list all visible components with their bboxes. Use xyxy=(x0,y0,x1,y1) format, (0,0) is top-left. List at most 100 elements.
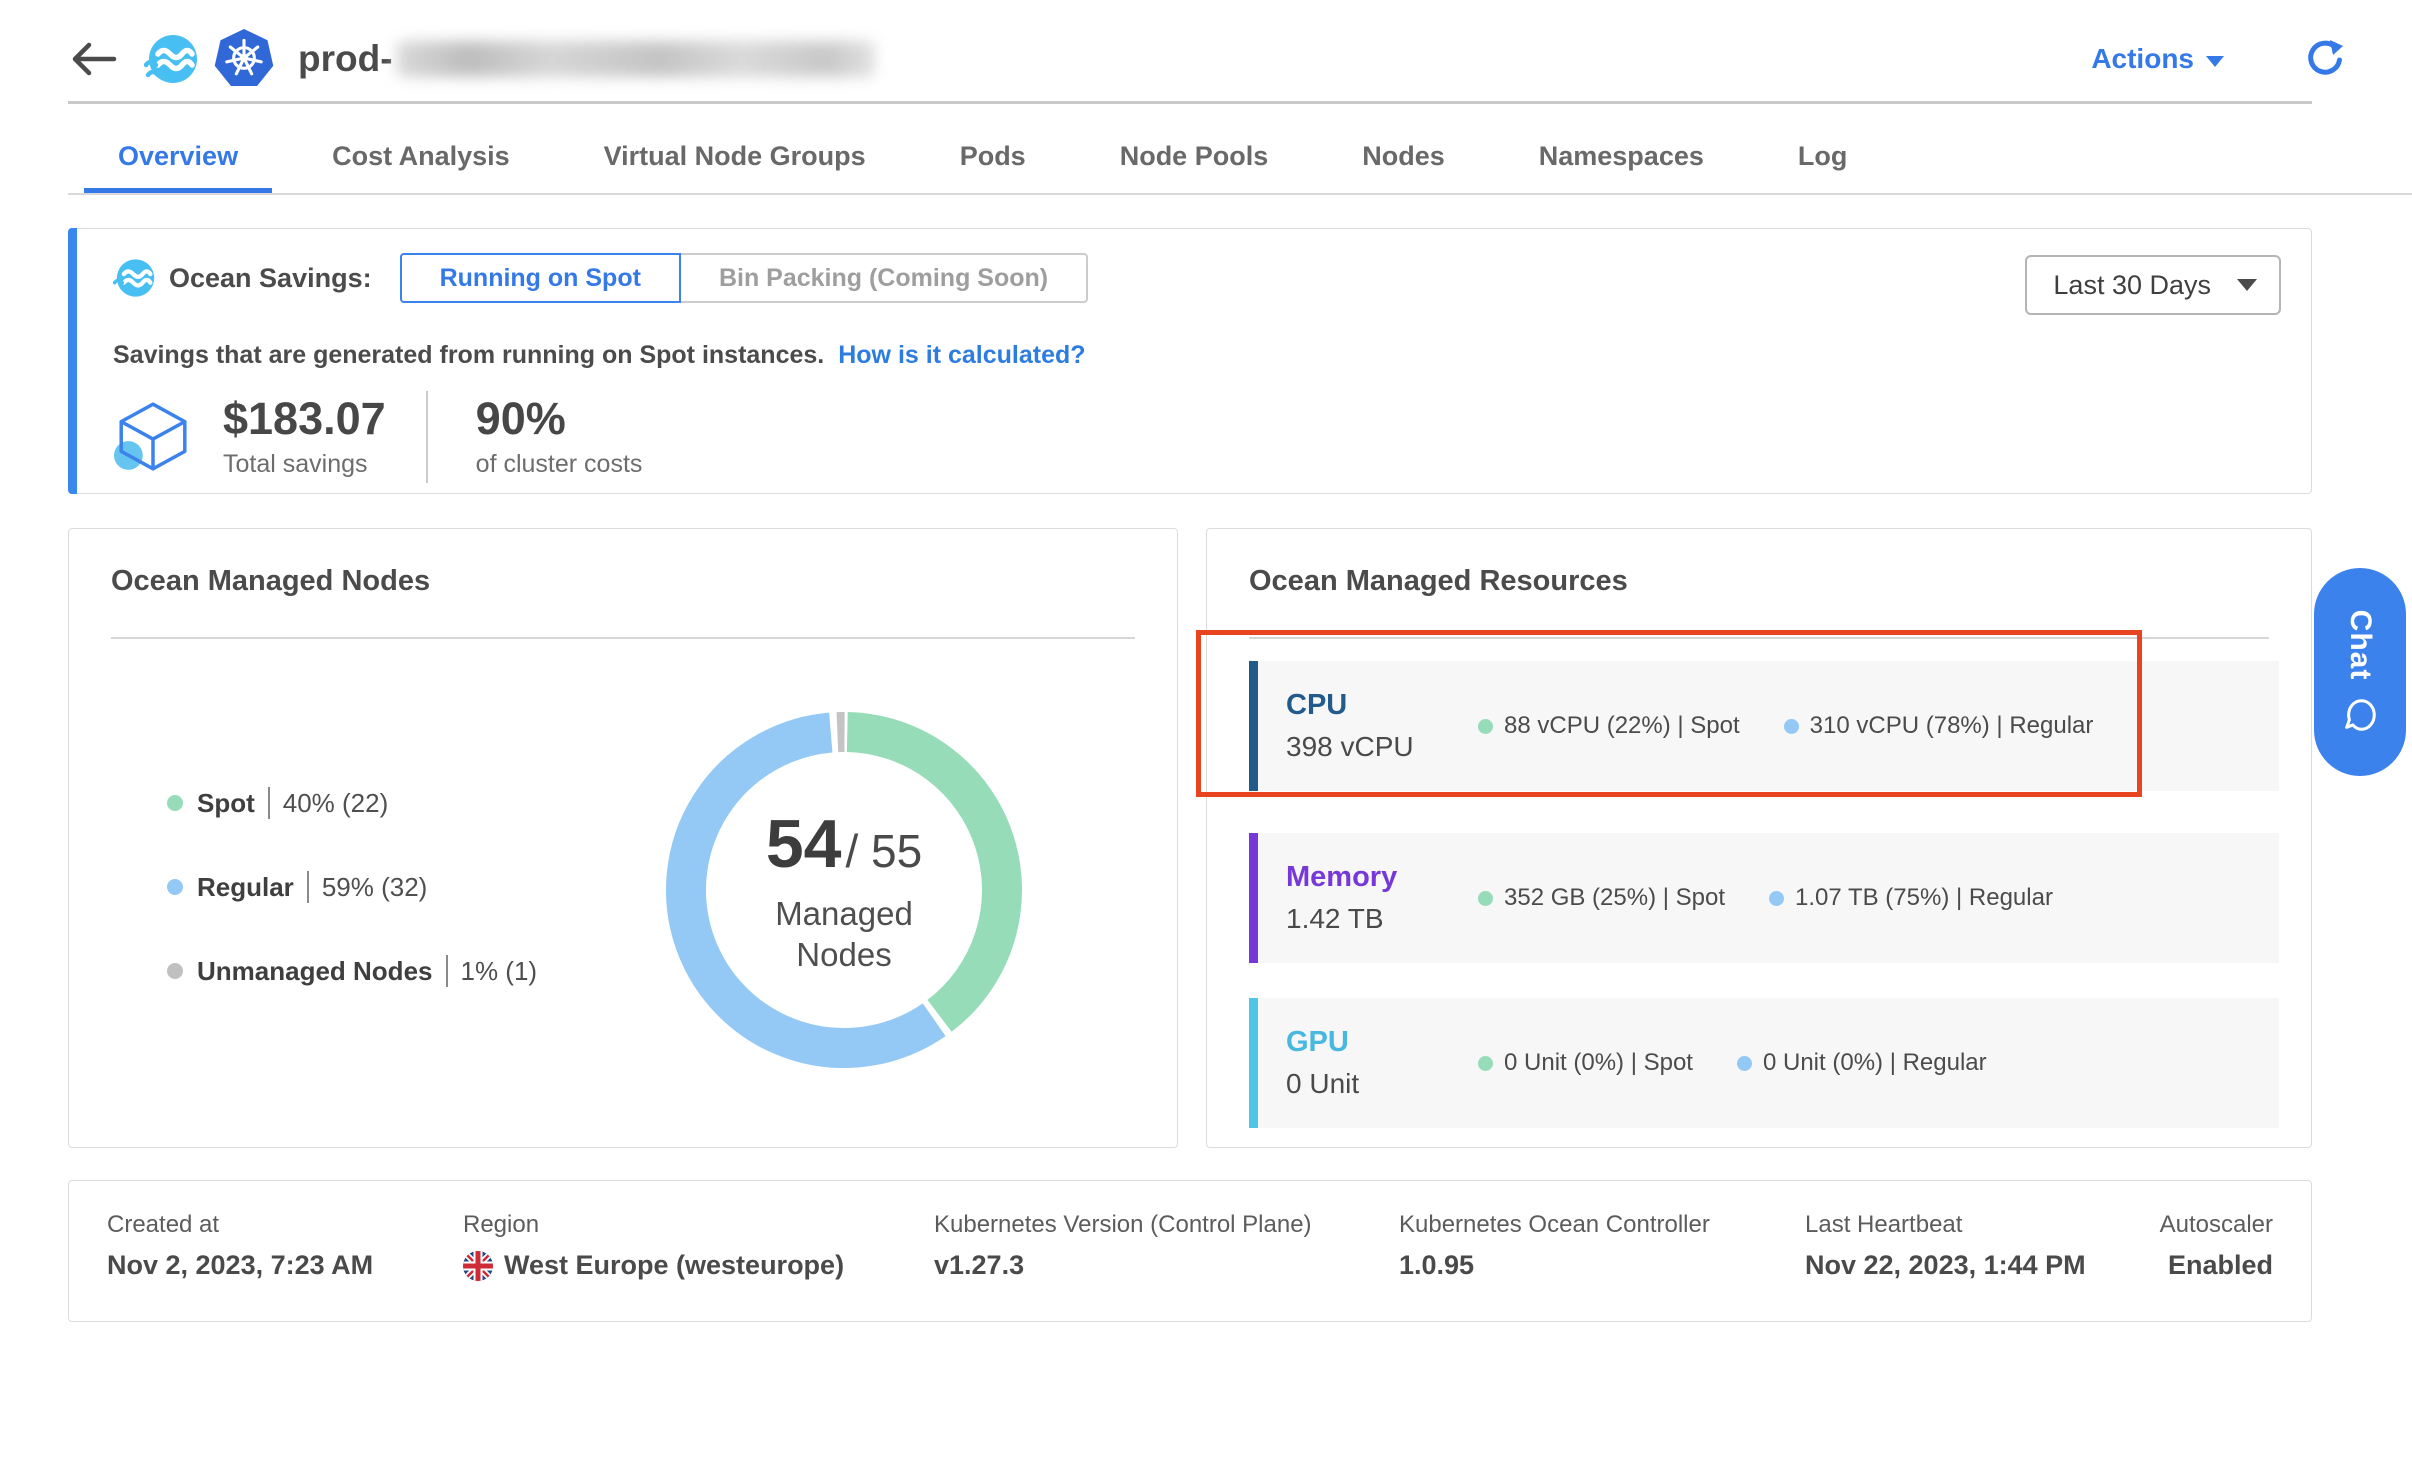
ocean-product-icon xyxy=(144,32,198,86)
savings-header-row: Ocean Savings: Running on Spot Bin Packi… xyxy=(113,253,1088,303)
legend-item-unmanaged: Unmanaged Nodes 1% (1) xyxy=(167,955,537,987)
period-dropdown[interactable]: Last 30 Days xyxy=(2025,255,2281,315)
savings-view-toggle: Running on Spot Bin Packing (Coming Soon… xyxy=(400,253,1089,303)
donut-caption: Managed Nodes xyxy=(775,893,913,976)
total-savings-stat: $183.07 Total savings xyxy=(223,395,386,478)
stat-divider xyxy=(426,391,428,483)
gpu-spot-metric: 0 Unit (0%) | Spot xyxy=(1478,1049,1693,1077)
actions-button[interactable]: Actions xyxy=(2091,43,2224,75)
resource-row-cpu: CPU 398 vCPU 88 vCPU (22%) | Spot 310 vC… xyxy=(1249,661,2279,791)
back-arrow-icon[interactable] xyxy=(68,41,118,77)
cpu-total: 398 vCPU xyxy=(1286,731,1478,763)
memory-total: 1.42 TB xyxy=(1286,903,1478,935)
controller-value: 1.0.95 xyxy=(1399,1250,1710,1281)
spot-dot-icon xyxy=(1478,891,1493,906)
legend-bar xyxy=(268,787,270,819)
chat-button[interactable]: Chat xyxy=(2314,568,2406,776)
bin-packing-toggle[interactable]: Bin Packing (Coming Soon) xyxy=(681,253,1088,303)
uk-flag-icon xyxy=(463,1251,493,1281)
created-at-column: Created at Nov 2, 2023, 7:23 AM xyxy=(107,1211,373,1281)
autoscaler-column: Autoscaler Enabled xyxy=(2160,1211,2273,1281)
kubernetes-icon xyxy=(214,29,274,89)
managed-nodes-donut: 54 / 55 Managed Nodes xyxy=(664,710,1024,1070)
legend-bar xyxy=(307,871,309,903)
ocean-savings-banner: Ocean Savings: Running on Spot Bin Packi… xyxy=(68,228,2312,494)
percent-label: of cluster costs xyxy=(476,450,643,479)
savings-description: Savings that are generated from running … xyxy=(113,341,1086,370)
tab-node-pools[interactable]: Node Pools xyxy=(1120,118,1269,194)
cpu-regular-metric: 310 vCPU (78%) | Regular xyxy=(1784,712,2094,740)
regular-dot-icon xyxy=(1737,1056,1752,1071)
savings-stats: $183.07 Total savings 90% of cluster cos… xyxy=(113,387,642,487)
region-column: Region West Europe (westeurope) xyxy=(463,1211,844,1281)
chevron-down-icon xyxy=(2206,56,2224,67)
nodes-legend: Spot 40% (22) Regular 59% (32) Unmanaged… xyxy=(167,787,537,987)
heartbeat-column: Last Heartbeat Nov 22, 2023, 1:44 PM xyxy=(1805,1211,2086,1281)
total-savings-value: $183.07 xyxy=(223,395,386,442)
memory-regular-metric: 1.07 TB (75%) | Regular xyxy=(1769,884,2053,912)
managed-nodes-title: Ocean Managed Nodes xyxy=(111,565,430,598)
legend-item-spot: Spot 40% (22) xyxy=(167,787,537,819)
autoscaler-status: Enabled xyxy=(2160,1250,2273,1281)
savings-title: Ocean Savings: xyxy=(169,263,372,294)
gpu-regular-metric: 0 Unit (0%) | Regular xyxy=(1737,1049,1987,1077)
region-value: West Europe (westeurope) xyxy=(504,1250,844,1281)
period-dropdown-value: Last 30 Days xyxy=(2053,270,2211,301)
card-divider xyxy=(111,637,1135,639)
actions-label: Actions xyxy=(2091,43,2194,75)
total-count: / 55 xyxy=(845,824,922,878)
donut-center-label: 54 / 55 Managed Nodes xyxy=(714,760,974,1020)
k8s-version-column: Kubernetes Version (Control Plane) v1.27… xyxy=(934,1211,1312,1281)
how-calculated-link[interactable]: How is it calculated? xyxy=(838,341,1085,369)
gpu-total: 0 Unit xyxy=(1286,1068,1478,1100)
ocean-cluster-dashboard: prod- Actions Overview Cost Analysis Vir… xyxy=(0,0,2412,1478)
legend-bar xyxy=(446,955,448,987)
regular-dot-icon xyxy=(167,879,183,895)
running-on-spot-toggle[interactable]: Running on Spot xyxy=(400,253,681,303)
cluster-info-bar: Created at Nov 2, 2023, 7:23 AM Region W… xyxy=(68,1180,2312,1322)
regular-dot-icon xyxy=(1769,891,1784,906)
tab-pods[interactable]: Pods xyxy=(960,118,1026,194)
tab-overview[interactable]: Overview xyxy=(118,118,238,194)
chat-label: Chat xyxy=(2343,610,2377,681)
managed-resources-title: Ocean Managed Resources xyxy=(1249,565,1628,598)
header: prod- Actions xyxy=(68,18,2344,100)
tab-cost-analysis[interactable]: Cost Analysis xyxy=(332,118,510,194)
refresh-icon[interactable] xyxy=(2302,38,2344,80)
spot-dot-icon xyxy=(167,795,183,811)
chat-bubble-icon xyxy=(2341,696,2379,734)
cluster-name-prefix: prod- xyxy=(298,38,393,80)
k8s-version-value: v1.27.3 xyxy=(934,1250,1312,1281)
ocean-wave-icon xyxy=(113,257,155,299)
percent-value: 90% xyxy=(476,395,643,442)
cpu-spot-metric: 88 vCPU (22%) | Spot xyxy=(1478,712,1740,740)
resource-row-memory: Memory 1.42 TB 352 GB (25%) | Spot 1.07 … xyxy=(1249,833,2279,963)
spot-dot-icon xyxy=(1478,1056,1493,1071)
tabs-divider xyxy=(68,193,2412,195)
tab-namespaces[interactable]: Namespaces xyxy=(1539,118,1704,194)
resource-row-gpu: GPU 0 Unit 0 Unit (0%) | Spot 0 Unit (0%… xyxy=(1249,998,2279,1128)
savings-cube-icon xyxy=(113,397,193,477)
managed-count: 54 xyxy=(766,805,842,883)
regular-dot-icon xyxy=(1784,719,1799,734)
tab-nodes[interactable]: Nodes xyxy=(1362,118,1445,194)
legend-item-regular: Regular 59% (32) xyxy=(167,871,537,903)
unmanaged-dot-icon xyxy=(167,963,183,979)
cluster-name-redacted xyxy=(397,41,875,77)
created-at-value: Nov 2, 2023, 7:23 AM xyxy=(107,1250,373,1281)
cpu-name: CPU xyxy=(1286,689,1478,722)
header-divider xyxy=(68,101,2312,104)
managed-nodes-card: Ocean Managed Nodes Spot 40% (22) Regula… xyxy=(68,528,1178,1148)
memory-name: Memory xyxy=(1286,861,1478,894)
tab-bar: Overview Cost Analysis Virtual Node Grou… xyxy=(118,118,1847,194)
tab-virtual-node-groups[interactable]: Virtual Node Groups xyxy=(604,118,866,194)
heartbeat-value: Nov 22, 2023, 1:44 PM xyxy=(1805,1250,2086,1281)
managed-resources-card: Ocean Managed Resources CPU 398 vCPU 88 … xyxy=(1206,528,2312,1148)
memory-spot-metric: 352 GB (25%) | Spot xyxy=(1478,884,1725,912)
chevron-down-icon xyxy=(2237,279,2257,291)
tab-log[interactable]: Log xyxy=(1798,118,1847,194)
spot-dot-icon xyxy=(1478,719,1493,734)
cluster-cost-percent-stat: 90% of cluster costs xyxy=(476,395,643,478)
gpu-name: GPU xyxy=(1286,1026,1478,1059)
controller-column: Kubernetes Ocean Controller 1.0.95 xyxy=(1399,1211,1710,1281)
